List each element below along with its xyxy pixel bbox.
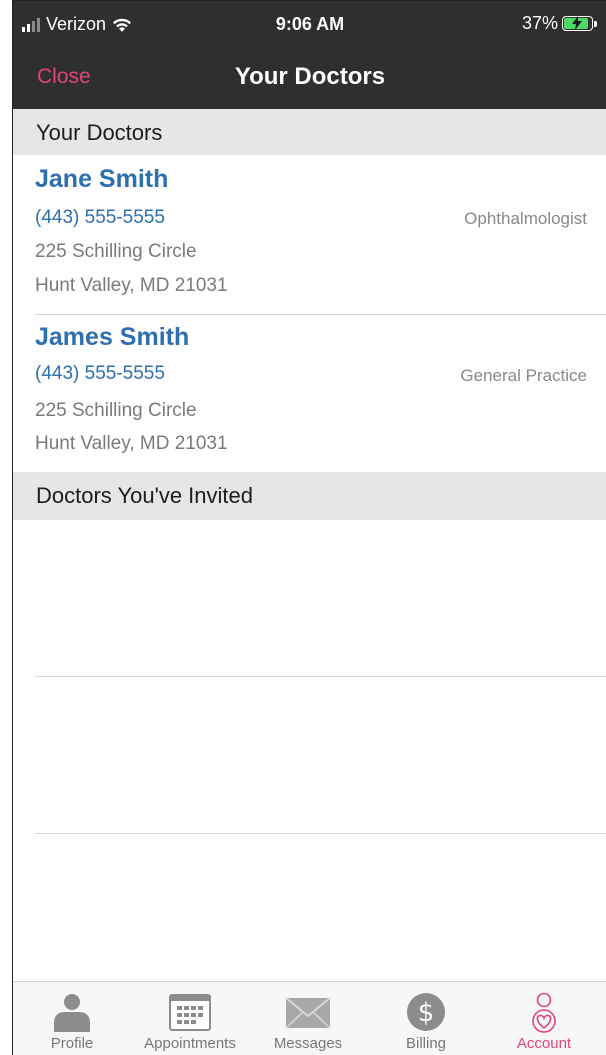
calendar-icon [169, 994, 211, 1031]
doctor-address-line1: 225 Schilling Circle [35, 241, 197, 262]
battery-percent: 37% [521, 13, 558, 33]
status-time: 9:06 AM [275, 14, 345, 34]
doctor-name: Jane Smith [35, 165, 169, 193]
tab-bar: Profile Appointments Messages $ Billing … [13, 981, 606, 1055]
tab-label: Profile [50, 1035, 94, 1052]
section-header-invited: Doctors You've Invited [13, 472, 606, 520]
app-screen: Verizon 9:06 AM 37% Close Your Doctors Y… [12, 0, 606, 1055]
doctor-specialty: General Practice [460, 366, 587, 385]
tab-label: Appointments [144, 1035, 236, 1052]
doctor-phone-link[interactable]: (443) 555-5555 [35, 363, 165, 385]
account-heart-icon [532, 992, 556, 1033]
doctor-address-line1: 225 Schilling Circle [35, 400, 197, 421]
tab-label: Account [516, 1035, 572, 1052]
tab-label: Billing [405, 1035, 447, 1052]
tab-billing[interactable]: $ Billing [367, 982, 485, 1055]
section-title: Doctors You've Invited [36, 483, 254, 508]
dollar-icon: $ [407, 993, 445, 1031]
status-bar: Verizon 9:06 AM 37% [13, 1, 606, 45]
page-title: Your Doctors [234, 63, 386, 90]
doctor-list-item[interactable]: James Smith (443) 555-5555 General Pract… [13, 317, 606, 473]
doctor-address-line2: Hunt Valley, MD 21031 [35, 433, 228, 454]
doctor-name: James Smith [35, 323, 190, 351]
svg-text:$: $ [418, 998, 435, 1028]
status-right: 37% [521, 13, 597, 34]
doctor-phone-link[interactable]: (443) 555-5555 [35, 207, 165, 229]
tab-messages[interactable]: Messages [249, 982, 367, 1055]
row-divider [35, 676, 606, 677]
row-divider [35, 833, 606, 834]
row-divider [35, 314, 606, 315]
doctor-address-line2: Hunt Valley, MD 21031 [35, 275, 228, 296]
tab-appointments[interactable]: Appointments [131, 982, 249, 1055]
person-icon [54, 994, 90, 1032]
navigation-bar: Close Your Doctors [13, 45, 606, 109]
tab-profile[interactable]: Profile [13, 982, 131, 1055]
tab-account[interactable]: Account [485, 982, 603, 1055]
doctor-list-item[interactable]: Jane Smith (443) 555-5555 Ophthalmologis… [13, 157, 606, 313]
doctor-specialty: Ophthalmologist [464, 209, 587, 228]
battery-icon [562, 16, 597, 31]
section-header-your-doctors: Your Doctors [13, 109, 606, 155]
tab-label: Messages [273, 1035, 343, 1052]
section-title: Your Doctors [36, 120, 163, 145]
envelope-icon [285, 997, 331, 1029]
